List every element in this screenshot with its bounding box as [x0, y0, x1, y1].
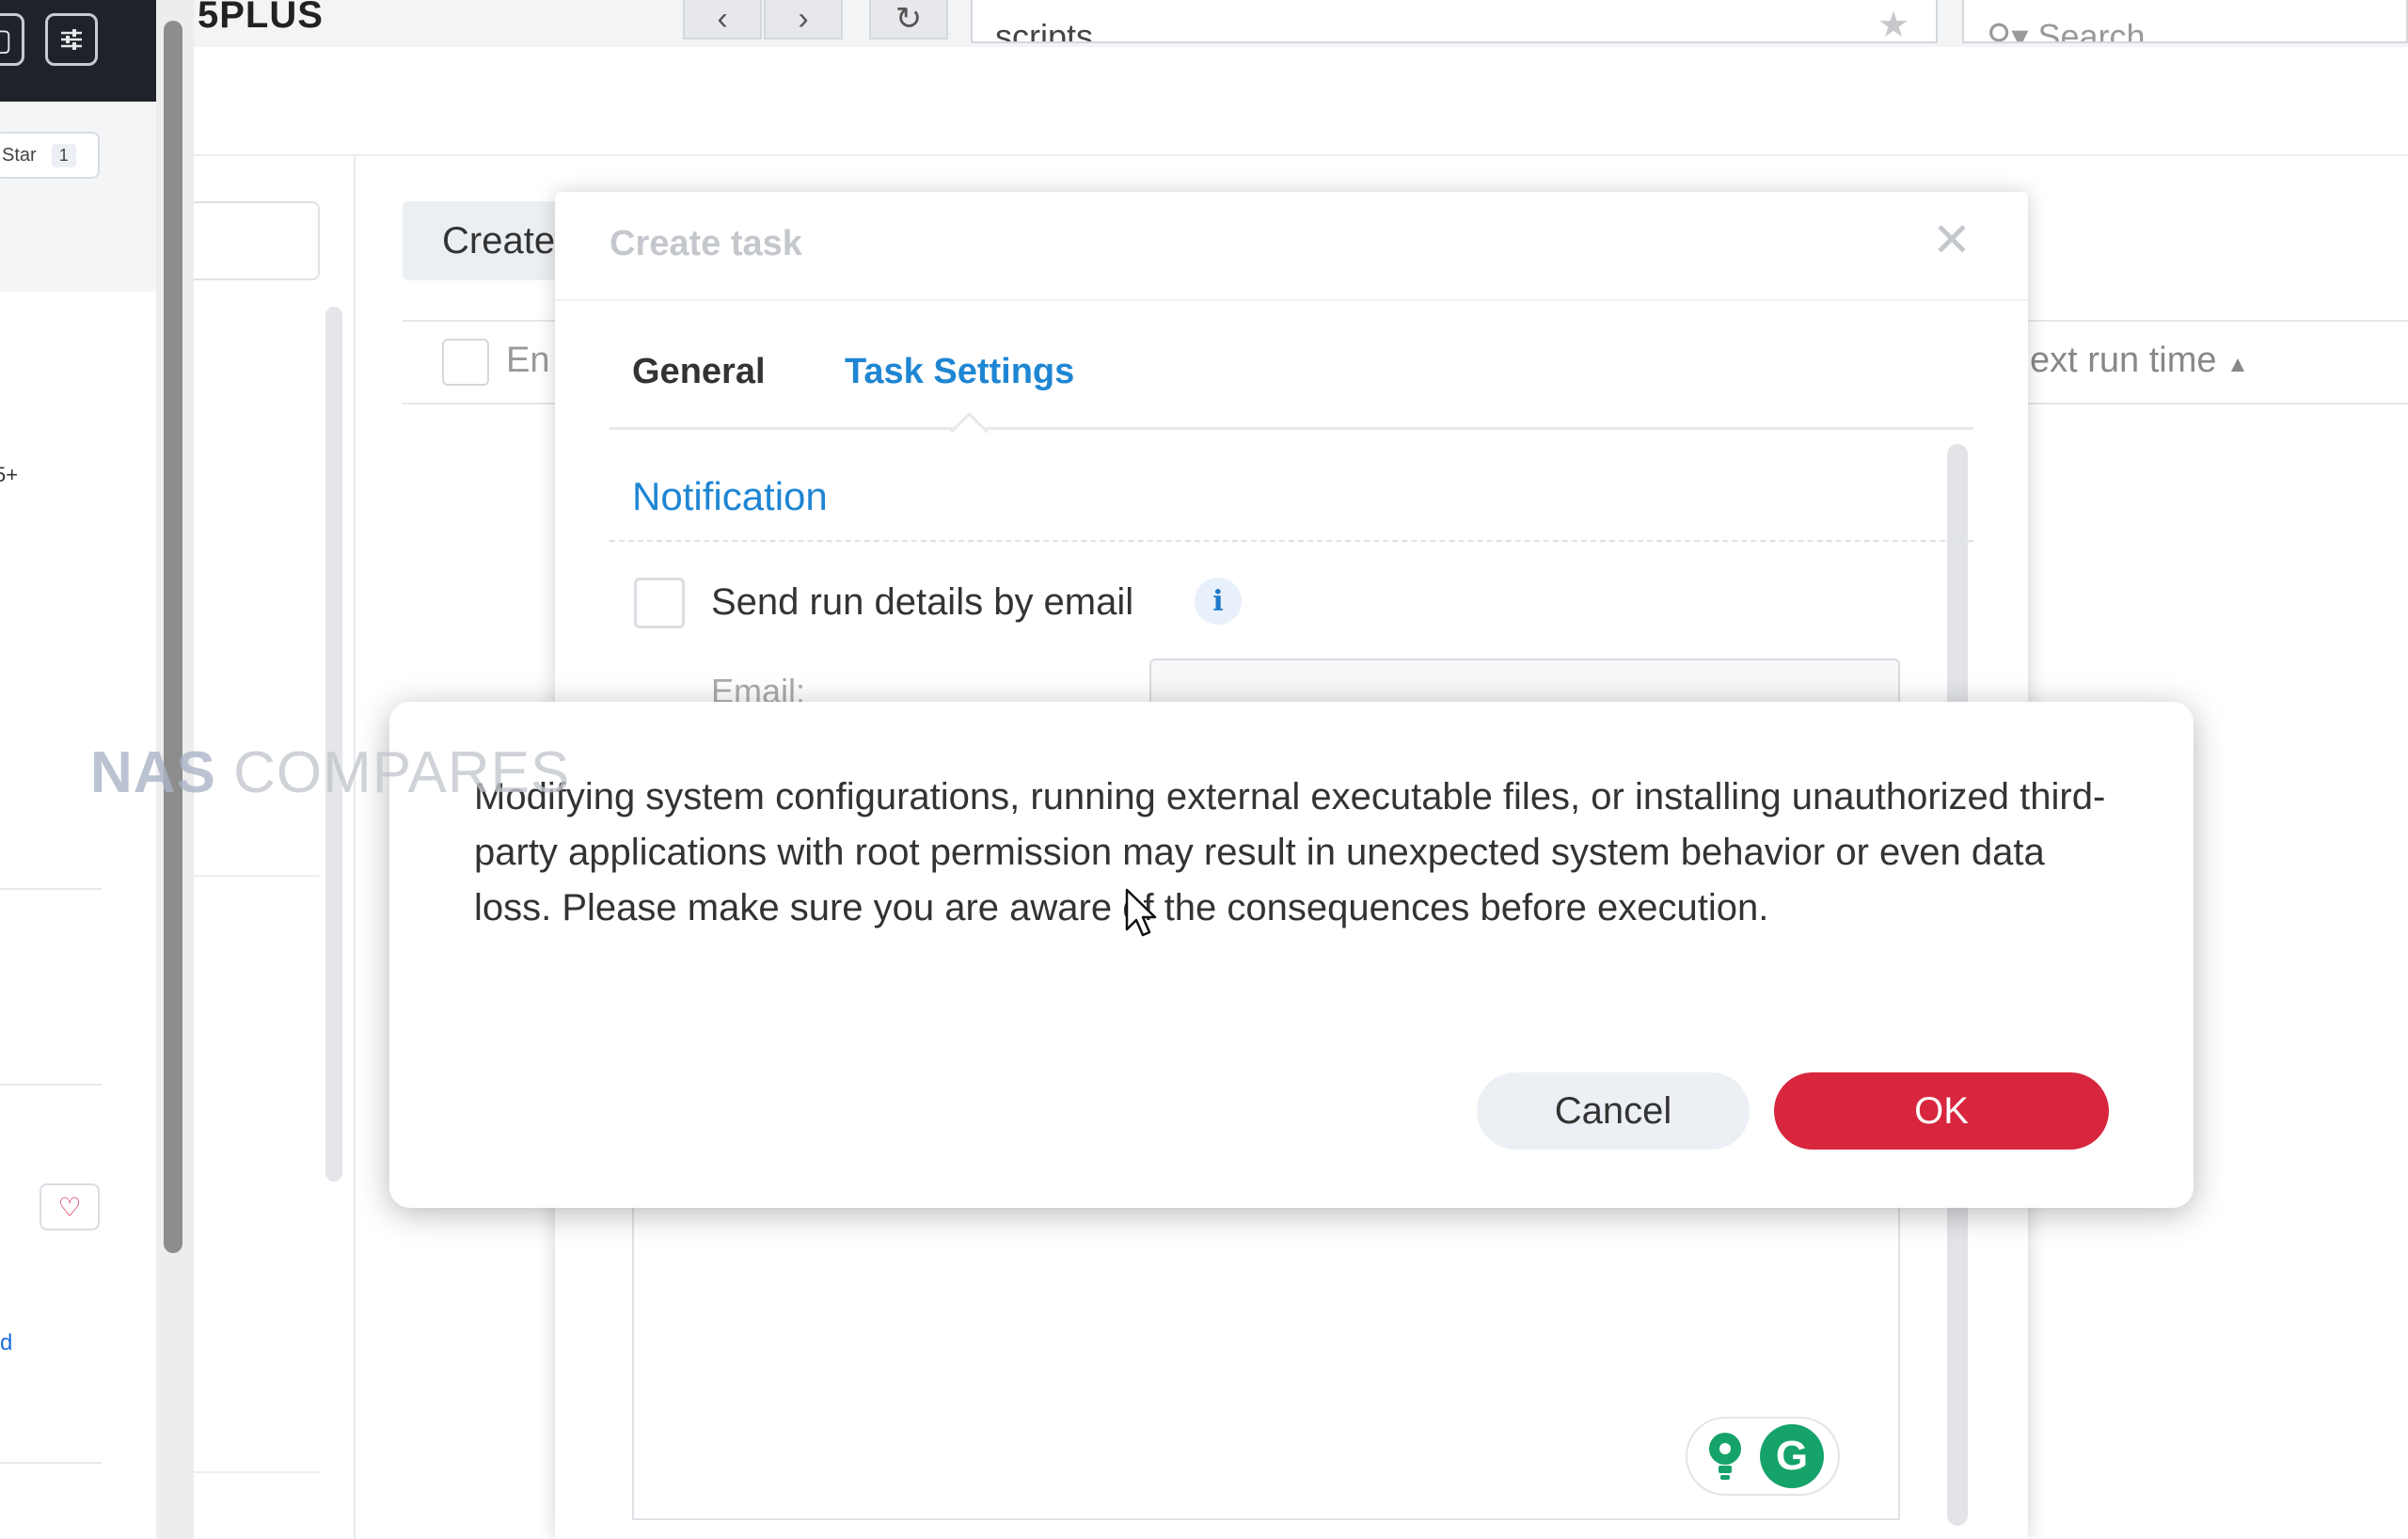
watermark-logo: NAS COMPARES [90, 739, 570, 806]
tab-underline [610, 427, 1973, 430]
chevron-right-icon: › [798, 1, 809, 37]
brand-title: 5PLUS [198, 0, 324, 36]
column-next-run-time[interactable]: ext run time ▲ [2030, 341, 2249, 381]
panel-toggle-button[interactable]: ▢ [0, 13, 24, 66]
sliders-icon [61, 29, 82, 50]
sidebar-content [0, 292, 156, 1539]
warning-message: Modifying system configurations, running… [474, 776, 2106, 928]
chevron-left-icon: ‹ [717, 1, 728, 37]
send-email-checkbox[interactable] [634, 578, 685, 628]
close-icon[interactable]: ✕ [1932, 216, 1972, 263]
lightbulb-icon [1709, 1433, 1741, 1480]
pane-divider [354, 156, 356, 1539]
filter-input[interactable] [194, 201, 320, 280]
sort-asc-icon: ▲ [2226, 352, 2249, 377]
dialog-title-divider [555, 299, 2028, 301]
sidebar-link[interactable]: d [0, 1330, 12, 1357]
grammarly-widget[interactable]: G [1686, 1417, 1840, 1496]
refresh-button[interactable]: ↻ [869, 0, 948, 40]
settings-sliders-icon[interactable] [45, 13, 98, 66]
page-scrollbar-thumb[interactable] [164, 21, 182, 1253]
address-bar[interactable]: scripts [971, 0, 1938, 43]
mouse-cursor-icon [1125, 888, 1157, 937]
star-label: Star [2, 144, 37, 166]
left-pane-divider [194, 1471, 320, 1473]
cancel-button[interactable]: Cancel [1477, 1072, 1750, 1150]
star-button[interactable]: Star 1 [0, 132, 100, 179]
search-placeholder: Search [2037, 17, 2146, 43]
sidebar-divider [0, 888, 102, 890]
back-button[interactable]: ‹ [683, 0, 762, 40]
watermark-part1: NAS [90, 740, 216, 805]
forward-button[interactable]: › [764, 0, 843, 40]
info-icon[interactable]: i [1195, 578, 1242, 625]
column-enabled[interactable]: En [506, 341, 549, 381]
watermark-part2: COMPARES [233, 740, 571, 805]
grammarly-icon: G [1760, 1424, 1824, 1488]
favorite-button[interactable]: ♡ [40, 1183, 100, 1230]
app-header-divider [194, 154, 2408, 156]
heart-icon: ♡ [57, 1192, 82, 1222]
section-divider [610, 540, 1973, 542]
section-title-notification: Notification [632, 474, 828, 518]
star-count: 1 [51, 143, 76, 167]
sidebar-divider [0, 1084, 102, 1086]
refresh-icon: ↻ [895, 1, 923, 37]
search-icon: ⚲▾ [1987, 17, 2029, 43]
search-input[interactable]: ⚲▾ Search [1962, 0, 2408, 43]
ok-button[interactable]: OK [1774, 1072, 2109, 1150]
bookmark-star-icon[interactable]: ★ [1877, 4, 1909, 46]
model-text: 5+ [0, 463, 19, 486]
send-email-label[interactable]: Send run details by email [711, 581, 1133, 624]
select-all-checkbox[interactable] [442, 339, 489, 386]
sidebar-divider [0, 1462, 102, 1464]
left-pane-divider [194, 875, 320, 877]
tab-general[interactable]: General [632, 352, 766, 392]
tab-task-settings[interactable]: Task Settings [845, 352, 1074, 392]
dialog-title: Create task [610, 224, 802, 263]
